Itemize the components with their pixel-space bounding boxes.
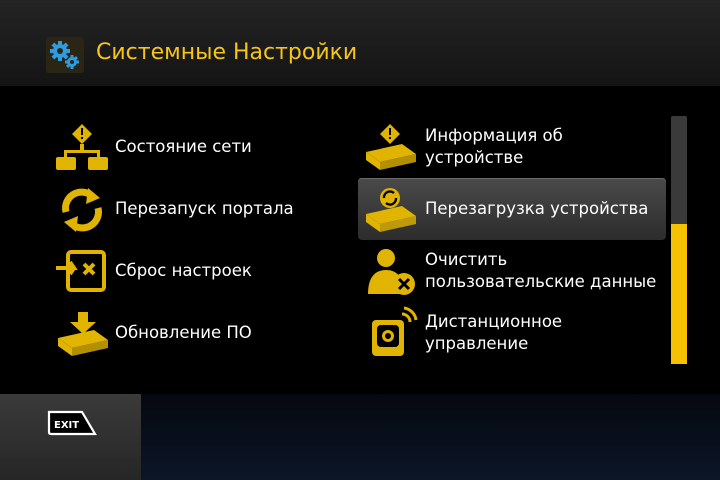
menu-item-label-line2: пользовательские данные bbox=[425, 272, 657, 291]
menu-item-network-status[interactable]: Состояние сети bbox=[48, 116, 338, 178]
menu-item-reset-settings[interactable]: Сброс настроек bbox=[48, 240, 338, 302]
network-status-icon bbox=[54, 122, 110, 174]
menu-item-label-line1: Информация об bbox=[425, 126, 563, 145]
header-bar: Системные Настройки bbox=[0, 0, 720, 86]
device-info-icon bbox=[362, 122, 418, 174]
menu-item-label: Очистить пользовательские данные bbox=[425, 249, 656, 293]
menu-item-label-line1: Очистить bbox=[425, 250, 508, 269]
clear-user-data-icon bbox=[362, 246, 418, 298]
exit-label: EXIT bbox=[54, 420, 79, 431]
device-reboot-icon bbox=[362, 184, 418, 236]
menu-item-portal-restart[interactable]: Перезапуск портала bbox=[48, 178, 338, 240]
restart-arrows-icon bbox=[54, 184, 110, 236]
menu-item-label: Перезагрузка устройства bbox=[425, 199, 649, 218]
exit-key-icon: EXIT bbox=[47, 410, 97, 436]
menu-item-device-info[interactable]: Информация об устройстве bbox=[358, 116, 666, 178]
reset-settings-icon bbox=[54, 246, 110, 298]
menu-item-label-line2: управление bbox=[425, 334, 529, 353]
scrollbar-thumb[interactable] bbox=[671, 224, 687, 364]
menu-item-software-update[interactable]: Обновление ПО bbox=[48, 302, 338, 364]
footer-bar bbox=[141, 394, 720, 480]
menu-item-label: Информация об устройстве bbox=[425, 125, 563, 169]
menu-item-label: Перезапуск портала bbox=[115, 199, 294, 218]
menu-item-label: Дистанционное управление bbox=[425, 311, 562, 355]
menu-item-label: Обновление ПО bbox=[115, 323, 252, 342]
gears-icon bbox=[46, 37, 84, 73]
menu-item-remote-control[interactable]: Дистанционное управление bbox=[358, 302, 666, 364]
menu-item-label-line2: устройстве bbox=[425, 148, 524, 167]
software-update-icon bbox=[54, 308, 110, 360]
menu-item-label-line1: Дистанционное bbox=[425, 312, 563, 331]
menu-item-device-reboot[interactable]: Перезагрузка устройства bbox=[358, 178, 666, 240]
exit-button[interactable]: EXIT bbox=[46, 408, 98, 440]
page-title: Системные Настройки bbox=[96, 40, 358, 65]
menu-item-clear-user-data[interactable]: Очистить пользовательские данные bbox=[358, 240, 666, 302]
remote-control-icon bbox=[362, 306, 418, 358]
menu-item-label: Сброс настроек bbox=[115, 261, 252, 280]
menu-item-label: Состояние сети bbox=[115, 137, 252, 156]
scrollbar[interactable] bbox=[671, 116, 687, 364]
